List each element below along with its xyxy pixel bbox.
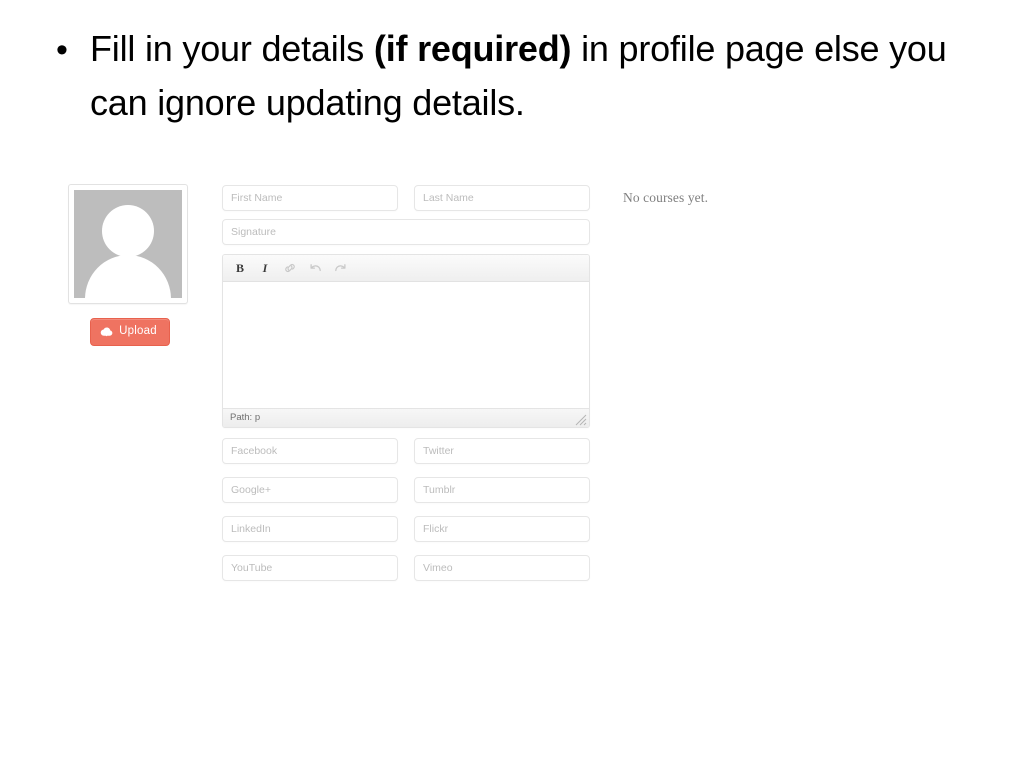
avatar-frame [68,184,188,304]
bullet-marker: • [56,31,68,69]
vimeo-placeholder: Vimeo [423,562,453,574]
first-name-placeholder: First Name [231,192,283,204]
courses-empty-message: No courses yet. [623,190,709,205]
tumblr-placeholder: Tumblr [423,484,456,496]
slide-bullet-block: • Fill in your details (if required) in … [52,22,952,130]
undo-icon[interactable] [304,258,326,278]
signature-placeholder: Signature [231,226,276,238]
italic-button[interactable]: I [254,258,276,278]
googleplus-input[interactable]: Google+ [222,477,398,503]
signature-input[interactable]: Signature [222,219,590,245]
upload-button[interactable]: Upload [90,318,170,346]
courses-column: No courses yet. [623,190,823,206]
bullet-text: Fill in your details (if required) in pr… [90,22,952,130]
bullet-text-part1: Fill in your details [90,28,374,69]
last-name-input[interactable]: Last Name [414,185,590,211]
editor-path-label: Path: p [230,412,261,423]
linkedin-input[interactable]: LinkedIn [222,516,398,542]
redo-icon[interactable] [329,258,351,278]
social-row-4: YouTube Vimeo [222,555,590,581]
editor-toolbar: B I [223,255,589,282]
upload-button-wrap: Upload [68,318,192,346]
twitter-input[interactable]: Twitter [414,438,590,464]
avatar-column: Upload [68,184,192,346]
editor-status-bar: Path: p [223,408,589,427]
social-links-grid: Facebook Twitter Google+ Tumblr LinkedIn [222,438,590,581]
signature-field-row: Signature [222,219,590,245]
bullet-row: • Fill in your details (if required) in … [52,22,952,130]
tumblr-input[interactable]: Tumblr [414,477,590,503]
social-row-1: Facebook Twitter [222,438,590,464]
cloud-upload-icon [100,326,113,337]
facebook-placeholder: Facebook [231,445,278,457]
googleplus-placeholder: Google+ [231,484,271,496]
last-name-placeholder: Last Name [423,192,474,204]
first-name-input[interactable]: First Name [222,185,398,211]
link-icon[interactable] [279,258,301,278]
name-field-row: First Name Last Name [222,185,590,211]
editor-content-area[interactable] [223,282,589,408]
social-row-3: LinkedIn Flickr [222,516,590,542]
flickr-input[interactable]: Flickr [414,516,590,542]
resize-grip-icon[interactable] [575,414,587,426]
avatar [74,190,182,298]
flickr-placeholder: Flickr [423,523,449,535]
profile-form: First Name Last Name Signature B I Path:… [222,185,590,594]
profile-page-screenshot: Upload First Name Last Name Signature B … [0,160,1024,630]
upload-button-label: Upload [119,325,157,337]
rich-text-editor: B I Path: p [222,254,590,428]
bullet-text-bold: (if required) [373,28,572,69]
social-row-2: Google+ Tumblr [222,477,590,503]
avatar-head-shape [102,205,154,257]
facebook-input[interactable]: Facebook [222,438,398,464]
vimeo-input[interactable]: Vimeo [414,555,590,581]
avatar-body-shape [84,254,172,298]
youtube-input[interactable]: YouTube [222,555,398,581]
bold-button[interactable]: B [229,258,251,278]
twitter-placeholder: Twitter [423,445,454,457]
linkedin-placeholder: LinkedIn [231,523,271,535]
youtube-placeholder: YouTube [231,562,273,574]
